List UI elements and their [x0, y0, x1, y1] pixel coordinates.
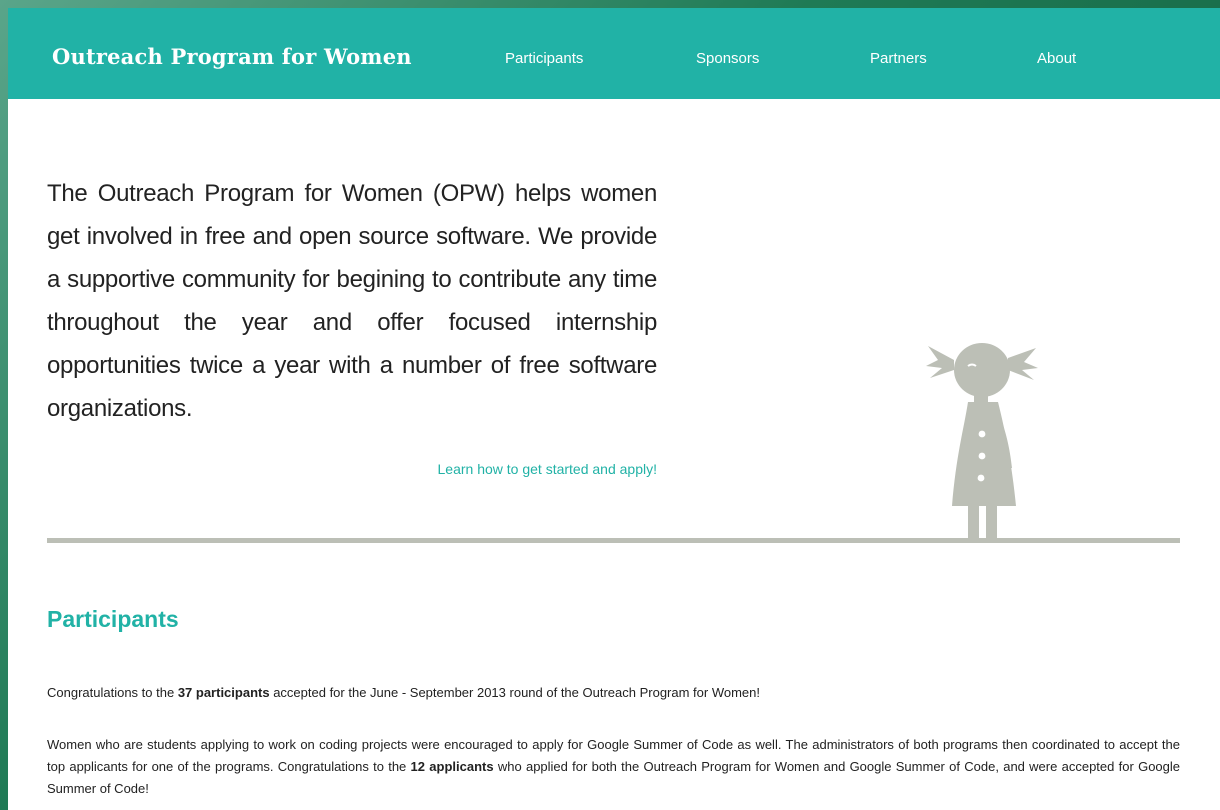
- brand-link[interactable]: Outreach Program for Women: [52, 44, 412, 69]
- page: Outreach Program for Women Participants …: [8, 8, 1220, 810]
- gsoc-info-text: Women who are students applying to work …: [47, 734, 1180, 800]
- participants-heading: Participants: [47, 606, 179, 632]
- applicants-count: 12 applicants: [410, 759, 494, 774]
- top-navbar: Outreach Program for Women Participants …: [8, 8, 1220, 99]
- congrats-text-end: accepted for the June - September 2013 r…: [269, 685, 760, 700]
- intro-text: The Outreach Program for Women (OPW) hel…: [47, 180, 657, 422]
- nav-link-partners[interactable]: Partners: [870, 50, 927, 67]
- congrats-text-start: Congratulations to the: [47, 685, 178, 700]
- nav-link-participants[interactable]: Participants: [505, 50, 583, 67]
- girl-silhouette-icon: [926, 343, 1038, 543]
- nav-link-sponsors[interactable]: Sponsors: [696, 50, 759, 67]
- get-started-link[interactable]: Learn how to get started and apply!: [438, 461, 657, 477]
- nav-link-about[interactable]: About: [1037, 50, 1076, 67]
- participants-congrats-text: Congratulations to the 37 participants a…: [47, 682, 1180, 704]
- section-divider: [47, 538, 1180, 543]
- participants-count: 37 participants: [177, 685, 270, 700]
